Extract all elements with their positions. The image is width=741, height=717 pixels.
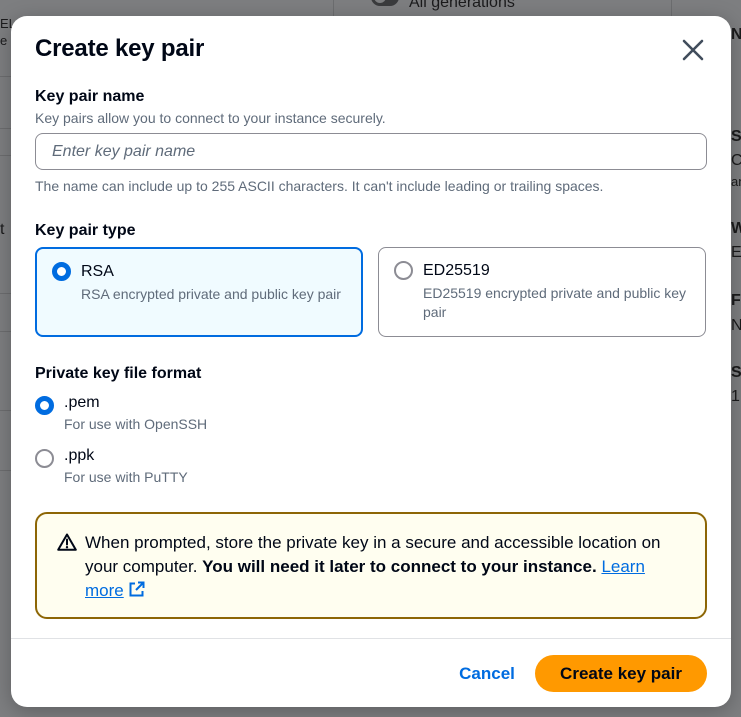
background-fragment: St	[731, 364, 741, 381]
key-pair-name-label: Key pair name	[35, 88, 145, 105]
file-format-description: For use with OpenSSH	[64, 416, 208, 432]
file-format-title: .pem	[64, 394, 100, 411]
background-toggle	[371, 0, 399, 6]
key-type-option-ed25519[interactable]: ED25519 ED25519 encrypted private and pu…	[378, 247, 706, 337]
background-toggle-label: All generations	[409, 0, 515, 11]
key-pair-name-constraint: The name can include up to 255 ASCII cha…	[35, 178, 604, 194]
modal-title: Create key pair	[35, 35, 205, 62]
close-icon	[682, 39, 704, 61]
background-fragment: N	[731, 26, 741, 43]
background-fragment: N	[731, 317, 741, 334]
radio-selected-icon	[35, 396, 54, 415]
key-type-option-rsa[interactable]: RSA RSA encrypted private and public key…	[35, 247, 363, 337]
background-divider	[671, 0, 672, 16]
file-format-option-pem[interactable]: .pem For use with OpenSSH	[35, 394, 235, 434]
key-type-description: RSA encrypted private and public key pai…	[81, 286, 341, 302]
key-type-title: RSA	[81, 263, 114, 280]
alert-message: When prompted, store the private key in …	[85, 531, 685, 603]
cancel-button[interactable]: Cancel	[437, 657, 537, 691]
key-type-title: ED25519	[423, 262, 490, 279]
key-pair-name-description: Key pairs allow you to connect to your i…	[35, 110, 386, 126]
background-divider	[0, 410, 11, 411]
file-format-label: Private key file format	[35, 365, 202, 382]
background-divider	[0, 470, 11, 471]
background-fragment: S	[731, 128, 741, 145]
close-button[interactable]	[677, 34, 709, 66]
background-divider	[0, 155, 11, 156]
file-format-description: For use with PuTTY	[64, 469, 188, 485]
file-format-option-ppk[interactable]: .ppk For use with PuTTY	[35, 447, 235, 487]
alert-text-bold: You will need it later to connect to you…	[202, 557, 597, 576]
background-divider	[0, 76, 11, 77]
footer-divider	[11, 638, 731, 639]
background-divider	[0, 331, 11, 332]
key-type-description: ED25519 encrypted private and public key…	[423, 285, 687, 320]
background-fragment: C	[731, 152, 741, 169]
create-key-pair-modal: Create key pair Key pair name Key pairs …	[11, 16, 731, 707]
key-pair-type-label: Key pair type	[35, 222, 136, 239]
warning-alert: When prompted, store the private key in …	[35, 512, 707, 619]
radio-unselected-icon	[35, 449, 54, 468]
background-fragment: t	[0, 221, 5, 238]
radio-unselected-icon	[394, 261, 413, 280]
background-fragment: e	[0, 33, 8, 48]
warning-icon	[57, 533, 77, 551]
file-format-title: .ppk	[64, 447, 95, 464]
background-fragment: W	[731, 220, 741, 237]
background-fragment: 1	[731, 388, 740, 405]
background-fragment: an	[731, 174, 741, 189]
create-key-pair-button[interactable]: Create key pair	[535, 655, 707, 692]
background-fragment: Fi	[731, 292, 741, 309]
key-pair-name-input[interactable]	[35, 133, 707, 170]
background-divider	[0, 128, 11, 129]
background-divider	[333, 0, 334, 16]
external-link-icon	[129, 581, 145, 597]
radio-selected-icon	[52, 262, 71, 281]
background-fragment: E	[731, 244, 741, 261]
background-divider	[0, 293, 11, 294]
